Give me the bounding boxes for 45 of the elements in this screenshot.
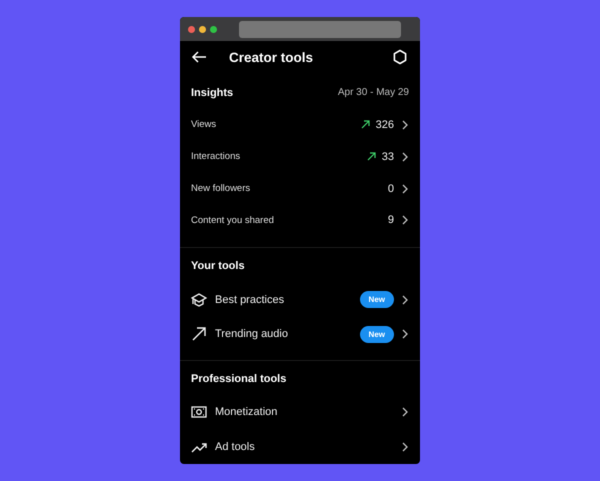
section-heading: Insights — [191, 86, 234, 99]
tool-label: Ad tools — [215, 440, 256, 453]
page-title: Creator tools — [229, 50, 314, 64]
insight-row[interactable]: Views 326 — [180, 108, 420, 141]
date-range: Apr 30 - May 29 — [338, 87, 409, 98]
insight-value: 326 — [376, 118, 394, 131]
settings-icon[interactable] — [392, 49, 408, 65]
chevron-icon — [402, 120, 408, 130]
tool-label: Trending audio — [215, 328, 289, 340]
insight-label: New followers — [191, 183, 252, 194]
new-badge: New — [360, 291, 394, 308]
chevron-icon — [402, 215, 408, 226]
chevron-icon — [402, 184, 408, 194]
banknote-icon — [191, 406, 207, 418]
address-bar[interactable] — [239, 20, 401, 38]
tool-row[interactable]: Best practices New — [180, 282, 420, 317]
section-heading: Professional tools — [191, 372, 286, 385]
tool-row[interactable]: Ad tools — [180, 429, 420, 464]
chevron-icon — [402, 406, 408, 417]
insight-label: Interactions — [191, 151, 242, 162]
graduation-cap-icon — [191, 292, 207, 308]
arrow-icon — [191, 326, 207, 342]
tool-row[interactable]: Trending audio New — [180, 316, 420, 352]
chevron-icon — [402, 329, 408, 340]
close-dot[interactable] — [188, 26, 195, 32]
back-arrow-icon[interactable] — [191, 51, 207, 63]
chevron-icon — [402, 442, 408, 452]
insight-label: Content you shared — [191, 214, 275, 226]
minimize-dot[interactable] — [199, 26, 206, 32]
insight-value: 9 — [388, 214, 394, 226]
insight-value: 33 — [382, 150, 394, 163]
section-heading: Your tools — [191, 260, 245, 272]
insight-row[interactable]: Content you shared 9 — [180, 204, 420, 236]
insight-row[interactable]: New followers 0 — [180, 172, 420, 204]
new-badge: New — [360, 326, 394, 343]
tool-label: Monetization — [215, 406, 278, 418]
insight-row[interactable]: Interactions 33 — [180, 140, 420, 173]
insight-label: Views — [191, 119, 218, 130]
chevron-icon — [402, 152, 408, 162]
trend-line-icon — [191, 440, 207, 453]
chevron-icon — [402, 294, 408, 305]
insight-value: 0 — [388, 182, 394, 194]
tool-row[interactable]: Monetization — [180, 394, 420, 430]
maximize-dot[interactable] — [210, 26, 217, 32]
tool-label: Best practices — [215, 294, 286, 306]
